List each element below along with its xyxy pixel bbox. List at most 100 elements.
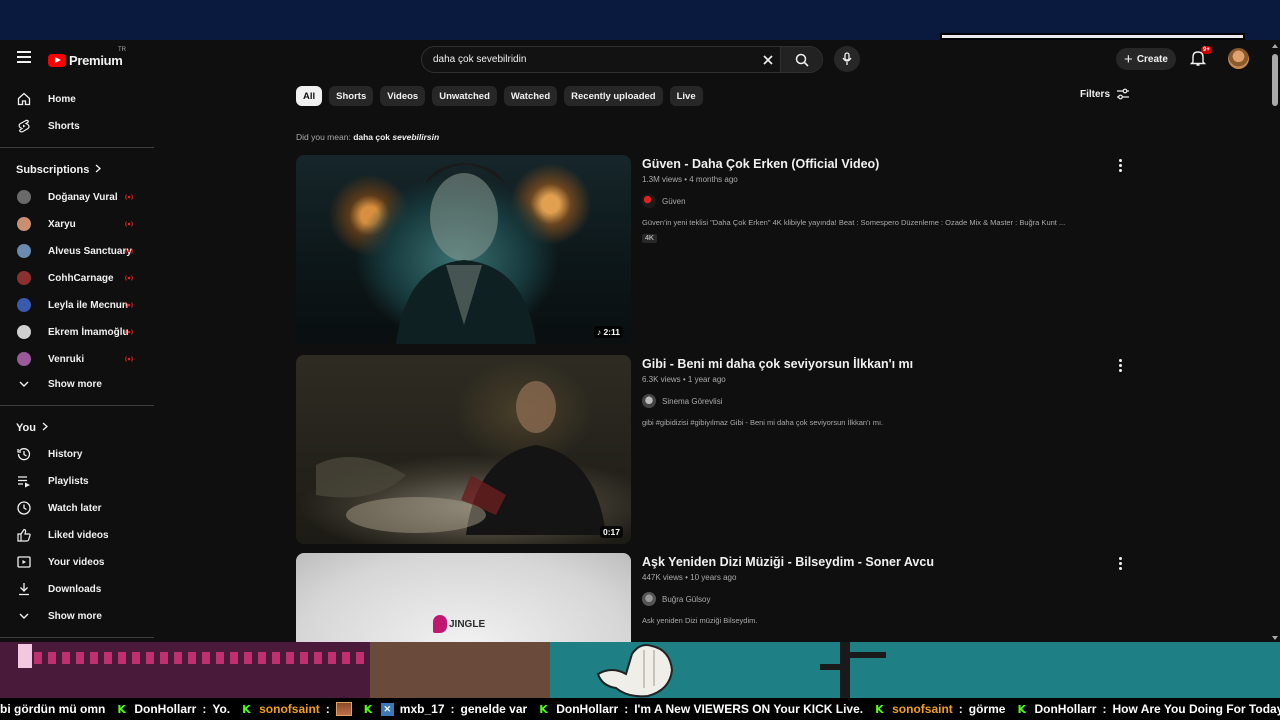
- chevron-right-icon: [42, 422, 48, 434]
- thumbnail-figure: [316, 381, 606, 535]
- show-more-subscriptions[interactable]: Show more: [0, 371, 155, 397]
- sidebar-item-subscription[interactable]: Ekrem İmamoğlu: [0, 319, 155, 345]
- sidebar-item-subscription[interactable]: CohhCarnage: [0, 265, 155, 291]
- video-thumbnail[interactable]: 0:17: [296, 355, 631, 544]
- stream-top-band: [0, 0, 1280, 40]
- chip-watched[interactable]: Watched: [503, 86, 558, 106]
- chat-message: K DonHollarr : How Are You Doing For Tod…: [1017, 702, 1280, 716]
- search-input[interactable]: daha çok sevebilridin: [422, 54, 756, 65]
- subscriptions-header[interactable]: Subscriptions: [16, 164, 102, 176]
- chat-message: K sonofsaint : görme: [875, 702, 1005, 716]
- you-title: You: [16, 422, 36, 434]
- sidebar-item-subscription[interactable]: Doğanay Vural: [0, 184, 155, 210]
- sidebar-item-label: Venruki: [48, 353, 85, 365]
- chat-badge-icon: ✕: [380, 702, 394, 716]
- video-title[interactable]: Aşk Yeniden Dizi Müziği - Bilseydim - So…: [642, 555, 1112, 570]
- sidebar-item-watch-later[interactable]: Watch later: [0, 495, 155, 521]
- sidebar-divider: [0, 637, 154, 638]
- sidebar-item-label: Shorts: [48, 120, 80, 132]
- jingle-logo: JINGLE: [433, 615, 485, 633]
- notifications-button[interactable]: 9+: [1189, 46, 1212, 69]
- shorts-icon: [16, 118, 32, 134]
- clear-icon[interactable]: [756, 48, 780, 72]
- scrollbar-thumb[interactable]: [1272, 54, 1278, 106]
- chevron-right-icon: [95, 164, 102, 176]
- notification-badge: 9+: [1201, 46, 1212, 54]
- subscriptions-title: Subscriptions: [16, 164, 90, 176]
- channel-avatar: [17, 217, 31, 231]
- chip-unwatched[interactable]: Unwatched: [432, 86, 497, 106]
- mic-icon[interactable]: [834, 46, 860, 72]
- youtube-logo[interactable]: Premium TR: [48, 47, 126, 70]
- search-icon: [795, 53, 809, 67]
- kick-icon: K: [363, 702, 373, 716]
- video-thumbnail[interactable]: JINGLE: [296, 553, 631, 642]
- more-actions-icon[interactable]: [1116, 357, 1124, 373]
- chat-message: K DonHollarr : Yo.: [117, 702, 230, 716]
- channel-link[interactable]: Sinema Görevlisi: [642, 394, 1112, 408]
- kick-icon: K: [1017, 702, 1026, 716]
- chip-all[interactable]: All: [296, 86, 323, 106]
- you-header[interactable]: You: [16, 422, 48, 434]
- sidebar-item-downloads[interactable]: Downloads: [0, 576, 155, 602]
- sidebar-item-your-videos[interactable]: Your videos: [0, 549, 155, 575]
- your-videos-icon: [16, 554, 32, 570]
- search-button[interactable]: [780, 47, 822, 72]
- sidebar-item-subscription[interactable]: Leyla ile Mecnun: [0, 292, 155, 318]
- chip-live[interactable]: Live: [669, 86, 703, 106]
- sidebar-item-home[interactable]: Home: [0, 86, 155, 112]
- channel-avatar: [642, 194, 656, 208]
- chip-recently-uploaded[interactable]: Recently uploaded: [564, 86, 663, 106]
- show-more-you[interactable]: Show more: [0, 603, 155, 629]
- home-icon: [16, 91, 32, 107]
- chat-message: bi gördün mü omn: [0, 702, 105, 716]
- channel-link[interactable]: Buğra Gülsoy: [642, 592, 1112, 606]
- sidebar-item-liked-videos[interactable]: Liked videos: [0, 522, 155, 548]
- video-title[interactable]: Güven - Daha Çok Erken (Official Video): [642, 157, 1112, 172]
- video-thumbnail[interactable]: ♪ 2:11: [296, 155, 631, 344]
- filters-button[interactable]: Filters: [1080, 88, 1130, 100]
- show-more-label: Show more: [48, 610, 102, 622]
- search-box[interactable]: daha çok sevebilridin: [421, 46, 823, 73]
- more-actions-icon[interactable]: [1116, 555, 1124, 571]
- sidebar-item-playlists[interactable]: Playlists: [0, 468, 155, 494]
- correction-italic: sevebilirsin: [392, 132, 440, 142]
- channel-link[interactable]: Güven: [642, 194, 1112, 208]
- chip-shorts[interactable]: Shorts: [329, 86, 374, 106]
- video-meta: Aşk Yeniden Dizi Müziği - Bilseydim - So…: [642, 555, 1112, 625]
- sidebar-divider: [0, 405, 154, 406]
- sidebar-item-shorts[interactable]: Shorts: [0, 113, 155, 139]
- scroll-up-icon[interactable]: [1272, 44, 1278, 48]
- kick-icon: K: [242, 702, 251, 716]
- live-indicator-icon: [125, 329, 133, 335]
- chat-username: sonofsaint: [259, 702, 320, 716]
- page-scrollbar[interactable]: [1270, 40, 1280, 642]
- sidebar-item-subscription[interactable]: Venruki: [0, 346, 155, 372]
- channel-avatar: [17, 325, 31, 339]
- youtube-window: Premium TR daha çok sevebilridin + Creat…: [0, 40, 1280, 642]
- sidebar-item-label: Home: [48, 93, 76, 105]
- logo-text: Premium: [69, 52, 123, 68]
- live-indicator-icon: [125, 194, 133, 200]
- video-stats: 6.3K views • 1 year ago: [642, 375, 726, 384]
- sidebar-item-history[interactable]: History: [0, 441, 155, 467]
- menu-icon[interactable]: [12, 48, 36, 70]
- chat-colon: :: [450, 702, 455, 716]
- create-button[interactable]: + Create: [1116, 48, 1176, 70]
- chat-colon: :: [325, 702, 330, 716]
- chat-username: DonHollarr: [1034, 702, 1097, 716]
- live-indicator-icon: [125, 302, 133, 308]
- video-result: ♪ 2:11 Güven - Daha Çok Erken (Official …: [296, 155, 1146, 345]
- sidebar-item-label: Alveus Sanctuary: [48, 245, 132, 257]
- scroll-down-icon[interactable]: [1272, 636, 1278, 640]
- did-you-mean-link[interactable]: daha çok sevebilirsin: [353, 132, 439, 142]
- account-avatar[interactable]: [1228, 48, 1249, 69]
- sidebar-item-subscription[interactable]: Xaryu: [0, 211, 155, 237]
- more-actions-icon[interactable]: [1116, 157, 1124, 173]
- sidebar-item-subscription[interactable]: Alveus Sanctuary: [0, 238, 155, 264]
- chat-text: genelde var: [460, 702, 528, 716]
- channel-avatar: [17, 298, 31, 312]
- chip-videos[interactable]: Videos: [380, 86, 426, 106]
- sidebar-item-label: Your videos: [48, 556, 105, 568]
- video-title[interactable]: Gibi - Beni mi daha çok seviyorsun İlkka…: [642, 357, 1112, 372]
